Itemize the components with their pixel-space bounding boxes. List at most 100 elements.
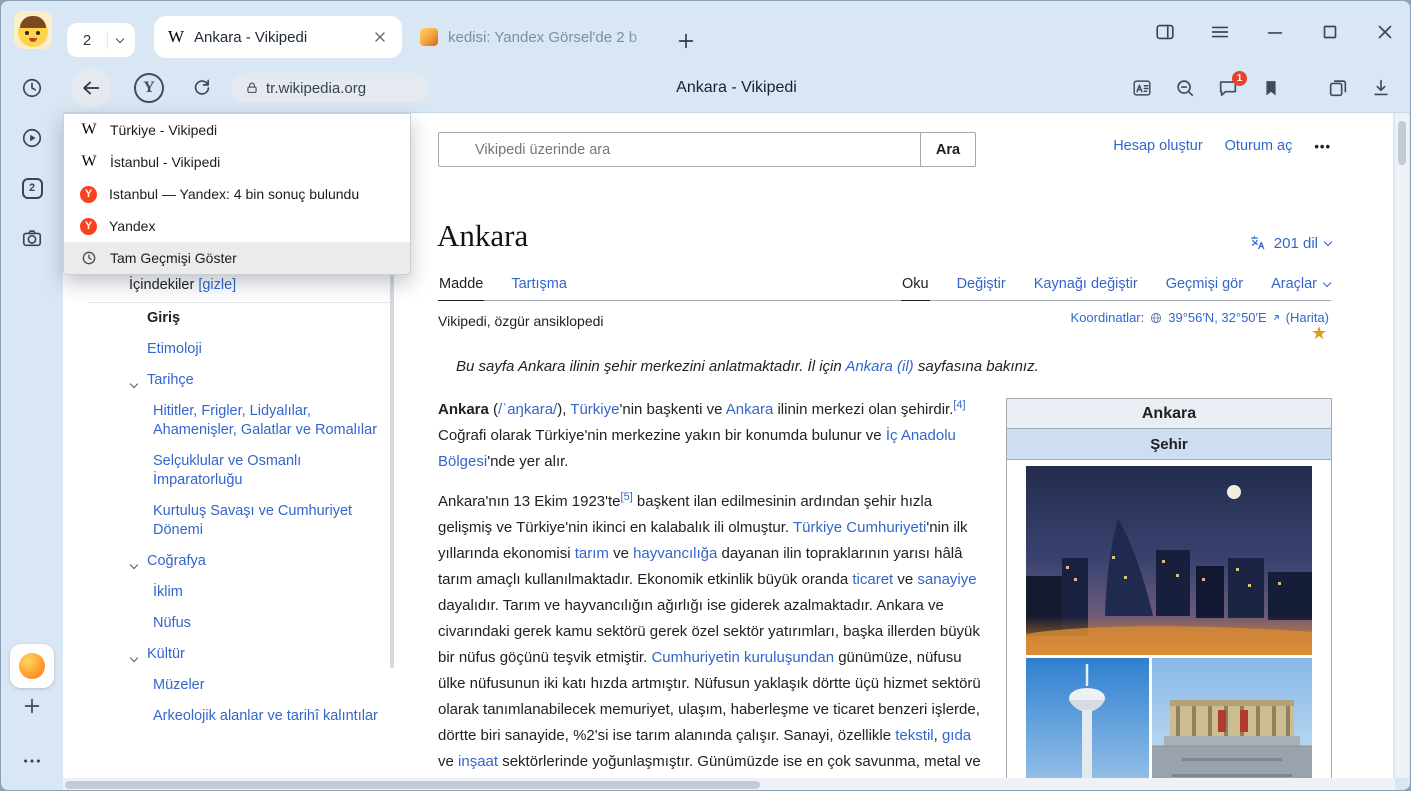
play-icon[interactable] — [18, 124, 46, 152]
page-tab[interactable]: Tartışma — [510, 269, 568, 301]
page-tab[interactable]: Değiştir — [956, 269, 1007, 301]
zoom-icon[interactable] — [1174, 76, 1198, 100]
reader-mode-icon[interactable] — [1131, 76, 1155, 100]
history-menu-item[interactable]: YYandex — [64, 210, 410, 242]
toc-item[interactable]: Kültür — [129, 645, 381, 664]
toc-item-label: Hititler, Frigler, Lidyalılar, Ahamenişl… — [153, 403, 377, 438]
infobox-photo-anitkabir[interactable] — [1152, 658, 1312, 778]
wiki-search-input[interactable] — [438, 132, 921, 167]
wiki-link[interactable]: tekstil — [895, 727, 933, 744]
yandex-button[interactable]: Y — [134, 73, 164, 103]
history-menu-item[interactable]: YIstanbul — Yandex: 4 bin sonuç bulundu — [64, 178, 410, 210]
page-tab[interactable]: Kaynağı değiştir — [1033, 269, 1139, 301]
wikipedia-favicon: W — [168, 27, 184, 47]
wiki-link[interactable]: /ˈaŋkara/ — [498, 401, 557, 418]
article-tab-row: Madde Tartışma Oku Değiştir Kaynağı değişti… — [438, 265, 1331, 301]
clock-icon — [80, 249, 98, 267]
language-selector[interactable]: 201 dil — [1249, 234, 1331, 252]
toc-item[interactable]: Arkeolojik alanlar ve tarihî kalıntılar — [129, 707, 381, 726]
wiki-link[interactable]: ticaret — [852, 571, 893, 588]
page-tab[interactable]: Oku — [901, 269, 930, 301]
toc-item[interactable]: Hititler, Frigler, Lidyalılar, Ahamenişl… — [129, 402, 381, 440]
lock-icon — [245, 81, 259, 95]
wiki-search-button[interactable]: Ara — [920, 132, 976, 167]
user-more-menu[interactable]: ••• — [1314, 139, 1331, 154]
wiki-link[interactable]: Türkiye — [570, 401, 619, 418]
reload-icon[interactable] — [191, 77, 213, 99]
toc-item[interactable]: Coğrafya — [129, 552, 381, 571]
bookmark-icon[interactable] — [1260, 76, 1284, 100]
promo-icon[interactable] — [10, 644, 54, 688]
article-paragraph: Ankara'nın 13 Ekim 1923'te[5] başkent il… — [438, 484, 986, 778]
featured-article-star-icon[interactable]: ★ — [1311, 323, 1327, 344]
toc-item[interactable]: Tarihçe — [129, 371, 381, 390]
toc-item[interactable]: Nüfus — [129, 614, 381, 633]
create-account-link[interactable]: Hesap oluştur — [1113, 138, 1202, 154]
toc-item[interactable]: Selçuklular ve Osmanlı İmparatorluğu — [129, 452, 381, 490]
profile-avatar[interactable] — [14, 11, 52, 49]
page-tab-label: Oku — [902, 276, 929, 292]
tab-panel-button[interactable]: 2 — [18, 174, 46, 202]
login-link[interactable]: Oturum aç — [1225, 138, 1293, 154]
browser-tab-active[interactable]: W Ankara - Vikipedi — [154, 16, 402, 58]
chevron-down-icon[interactable] — [131, 374, 137, 393]
infobox-photo-skyline-night[interactable] — [1026, 466, 1312, 655]
chevron-down-icon[interactable] — [131, 555, 137, 574]
vertical-scrollbar[interactable] — [1395, 113, 1409, 778]
toc-item[interactable]: Müzeler — [129, 676, 381, 695]
vertical-scrollbar-thumb[interactable] — [1398, 121, 1406, 165]
coordinates[interactable]: Koordinatlar: 39°56′N, 32°50′E (Harita) — [1071, 310, 1329, 325]
infobox-title: Ankara — [1007, 399, 1331, 429]
wiki-link[interactable]: Cumhuriyetin kuruluşundan — [651, 649, 834, 666]
toc-hide-link[interactable]: [gizle] — [198, 277, 236, 293]
back-button[interactable] — [71, 68, 111, 108]
address-bar[interactable]: tr.wikipedia.org — [231, 73, 429, 103]
horizontal-scrollbar-thumb[interactable] — [65, 781, 760, 789]
wiki-link[interactable]: sanayiye — [917, 571, 976, 588]
maximize-icon[interactable] — [1319, 21, 1341, 43]
history-menu-footer[interactable]: Tam Geçmişi Göster — [64, 242, 410, 274]
tab-counter[interactable]: 2 — [67, 23, 135, 57]
more-options-icon[interactable] — [18, 747, 46, 775]
wiki-link[interactable]: Ankara — [726, 401, 774, 418]
collections-icon[interactable] — [1327, 76, 1351, 100]
add-panel-icon[interactable] — [18, 692, 46, 720]
chevron-down-icon[interactable] — [131, 648, 137, 667]
wiki-link[interactable]: gıda — [942, 727, 971, 744]
wiki-link[interactable]: Türkiye Cumhuriyeti — [793, 519, 926, 536]
tab-close-icon[interactable] — [372, 29, 388, 45]
horizontal-scrollbar[interactable] — [63, 778, 1395, 791]
wiki-link[interactable]: inşaat — [458, 753, 498, 770]
toc-item[interactable]: İklim — [129, 583, 381, 602]
wiki-link[interactable]: Ankara (il) — [845, 358, 913, 375]
toc-item[interactable]: Giriş — [129, 309, 381, 328]
text: 'nin başkenti ve — [619, 401, 725, 418]
page-tab[interactable]: Madde — [438, 269, 484, 301]
infobox-photo-atakule-tower[interactable] — [1026, 658, 1149, 778]
chevron-down-icon — [1324, 237, 1332, 245]
toc-item-label: Kurtuluş Savaşı ve Cumhuriyet Dönemi — [153, 503, 352, 538]
screenshot-icon[interactable] — [18, 224, 46, 252]
reference-link[interactable]: [5] — [621, 491, 633, 503]
toc-item[interactable]: Kurtuluş Savaşı ve Cumhuriyet Dönemi — [129, 502, 381, 540]
downloads-icon[interactable] — [1370, 76, 1394, 100]
browser-side-rail: 2 — [1, 1, 63, 791]
history-item-label: İstanbul - Vikipedi — [110, 154, 220, 170]
comments-icon[interactable]: 1 — [1217, 76, 1241, 100]
history-icon[interactable] — [18, 74, 46, 102]
history-menu-item[interactable]: WTürkiye - Vikipedi — [64, 114, 410, 146]
page-tab[interactable]: Araçlar — [1270, 269, 1331, 301]
page-tab[interactable]: Geçmişi gör — [1165, 269, 1244, 301]
browser-tab-inactive[interactable]: kedisi: Yandex Görsel'de 2 b — [406, 16, 662, 58]
new-tab-button[interactable] — [675, 27, 703, 55]
wiki-link[interactable]: hayvancılığa — [633, 545, 717, 562]
coordinates-value[interactable]: 39°56′N, 32°50′E — [1168, 310, 1266, 325]
wiki-link[interactable]: tarım — [575, 545, 609, 562]
menu-icon[interactable] — [1209, 21, 1231, 43]
reference-link[interactable]: [4] — [953, 399, 965, 411]
minimize-icon[interactable] — [1264, 21, 1286, 43]
panel-toggle-icon[interactable] — [1154, 21, 1176, 43]
toc-item[interactable]: Etimoloji — [129, 340, 381, 359]
history-menu-item[interactable]: Wİstanbul - Vikipedi — [64, 146, 410, 178]
close-icon[interactable] — [1374, 21, 1396, 43]
